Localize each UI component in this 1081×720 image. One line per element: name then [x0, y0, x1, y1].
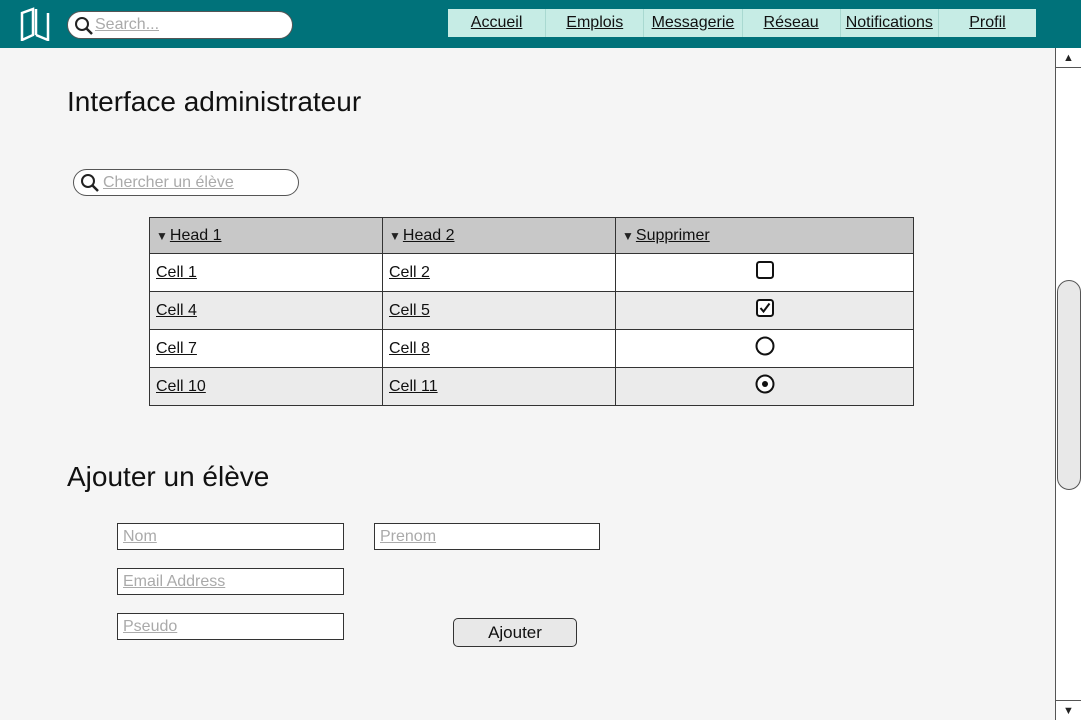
nav-emplois[interactable]: Emplois: [546, 9, 645, 37]
cell-link[interactable]: Cell 7: [156, 340, 197, 357]
table-cell[interactable]: Cell 5: [382, 291, 616, 330]
table-header-2[interactable]: ▼ Head 2: [382, 217, 616, 254]
sort-arrow-icon: ▼: [156, 228, 168, 243]
table-header-1[interactable]: ▼ Head 1: [149, 217, 383, 254]
header-label: Supprimer: [635, 226, 710, 244]
cell-link[interactable]: Cell 2: [389, 264, 430, 281]
table-row: Cell 1 Cell 2: [149, 253, 914, 292]
cell-link[interactable]: Cell 1: [156, 264, 197, 281]
prenom-field[interactable]: Prenom: [374, 523, 600, 550]
ajouter-button[interactable]: Ajouter: [453, 618, 577, 647]
email-field[interactable]: Email Address: [117, 568, 344, 595]
student-search-placeholder: Chercher un élève: [103, 174, 234, 191]
email-placeholder: Email Address: [123, 573, 226, 590]
search-placeholder: Search...: [95, 16, 160, 33]
cell-link[interactable]: Cell 5: [389, 302, 430, 319]
search-icon: [81, 174, 99, 192]
header-label: Head 2: [402, 226, 455, 244]
sort-arrow-icon: ▼: [389, 228, 401, 243]
header-label: Head 1: [169, 226, 222, 244]
main-nav: Accueil Emplois Messagerie Réseau Notifi…: [448, 9, 1036, 37]
table-row: Cell 7 Cell 8: [149, 329, 914, 368]
nom-field[interactable]: Nom: [117, 523, 344, 550]
table-cell-control: [615, 253, 914, 292]
checkbox-unchecked[interactable]: [755, 260, 775, 280]
table-cell[interactable]: Cell 2: [382, 253, 616, 292]
table-cell[interactable]: Cell 10: [149, 367, 383, 406]
checkbox-checked[interactable]: [755, 298, 775, 318]
pseudo-field[interactable]: Pseudo: [117, 613, 344, 640]
table-cell-control: [615, 367, 914, 406]
search-icon: [75, 17, 93, 35]
table-row: Cell 10 Cell 11: [149, 367, 914, 406]
table-cell[interactable]: Cell 8: [382, 329, 616, 368]
nav-reseau[interactable]: Réseau: [743, 9, 841, 37]
admin-title: Interface administrateur: [67, 86, 362, 117]
table-cell[interactable]: Cell 7: [149, 329, 383, 368]
table-cell[interactable]: Cell 11: [382, 367, 616, 406]
nav-profil[interactable]: Profil: [939, 9, 1036, 37]
table-header-supprimer[interactable]: ▼ Supprimer: [615, 217, 914, 254]
sort-arrow-icon: ▼: [622, 228, 634, 243]
students-table: ▼ Head 1 ▼ Head 2 ▼ Supprimer Cell 1 Cell 2…: [149, 217, 914, 406]
table-cell-control: [615, 291, 914, 330]
table-cell-control: [615, 329, 914, 368]
prenom-placeholder: Prenom: [380, 528, 437, 545]
nav-accueil[interactable]: Accueil: [448, 9, 547, 37]
cell-link[interactable]: Cell 11: [389, 378, 438, 395]
radio-unselected[interactable]: [754, 335, 776, 357]
radio-selected[interactable]: [754, 373, 776, 395]
scroll-up-arrow-icon[interactable]: ▲: [1056, 48, 1081, 68]
top-bar: Search... Accueil Emplois Messagerie Rés…: [0, 0, 1081, 48]
add-student-title: Ajouter un élève: [67, 461, 270, 492]
student-search-input[interactable]: Chercher un élève: [73, 169, 299, 196]
cell-link[interactable]: Cell 8: [389, 340, 430, 357]
cell-link[interactable]: Cell 10: [156, 378, 206, 395]
book-logo-icon[interactable]: [20, 7, 50, 41]
scroll-thumb[interactable]: [1057, 280, 1081, 490]
table-cell[interactable]: Cell 4: [149, 291, 383, 330]
scroll-down-arrow-icon[interactable]: ▼: [1056, 700, 1081, 720]
global-search-input[interactable]: Search...: [67, 11, 293, 39]
table-cell[interactable]: Cell 1: [149, 253, 383, 292]
vertical-scrollbar[interactable]: ▲ ▼: [1055, 48, 1081, 720]
pseudo-placeholder: Pseudo: [123, 618, 178, 635]
nom-placeholder: Nom: [123, 528, 157, 545]
nav-notifications[interactable]: Notifications: [841, 9, 939, 37]
nav-messagerie[interactable]: Messagerie: [644, 9, 743, 37]
table-row: Cell 4 Cell 5: [149, 291, 914, 330]
cell-link[interactable]: Cell 4: [156, 302, 197, 319]
